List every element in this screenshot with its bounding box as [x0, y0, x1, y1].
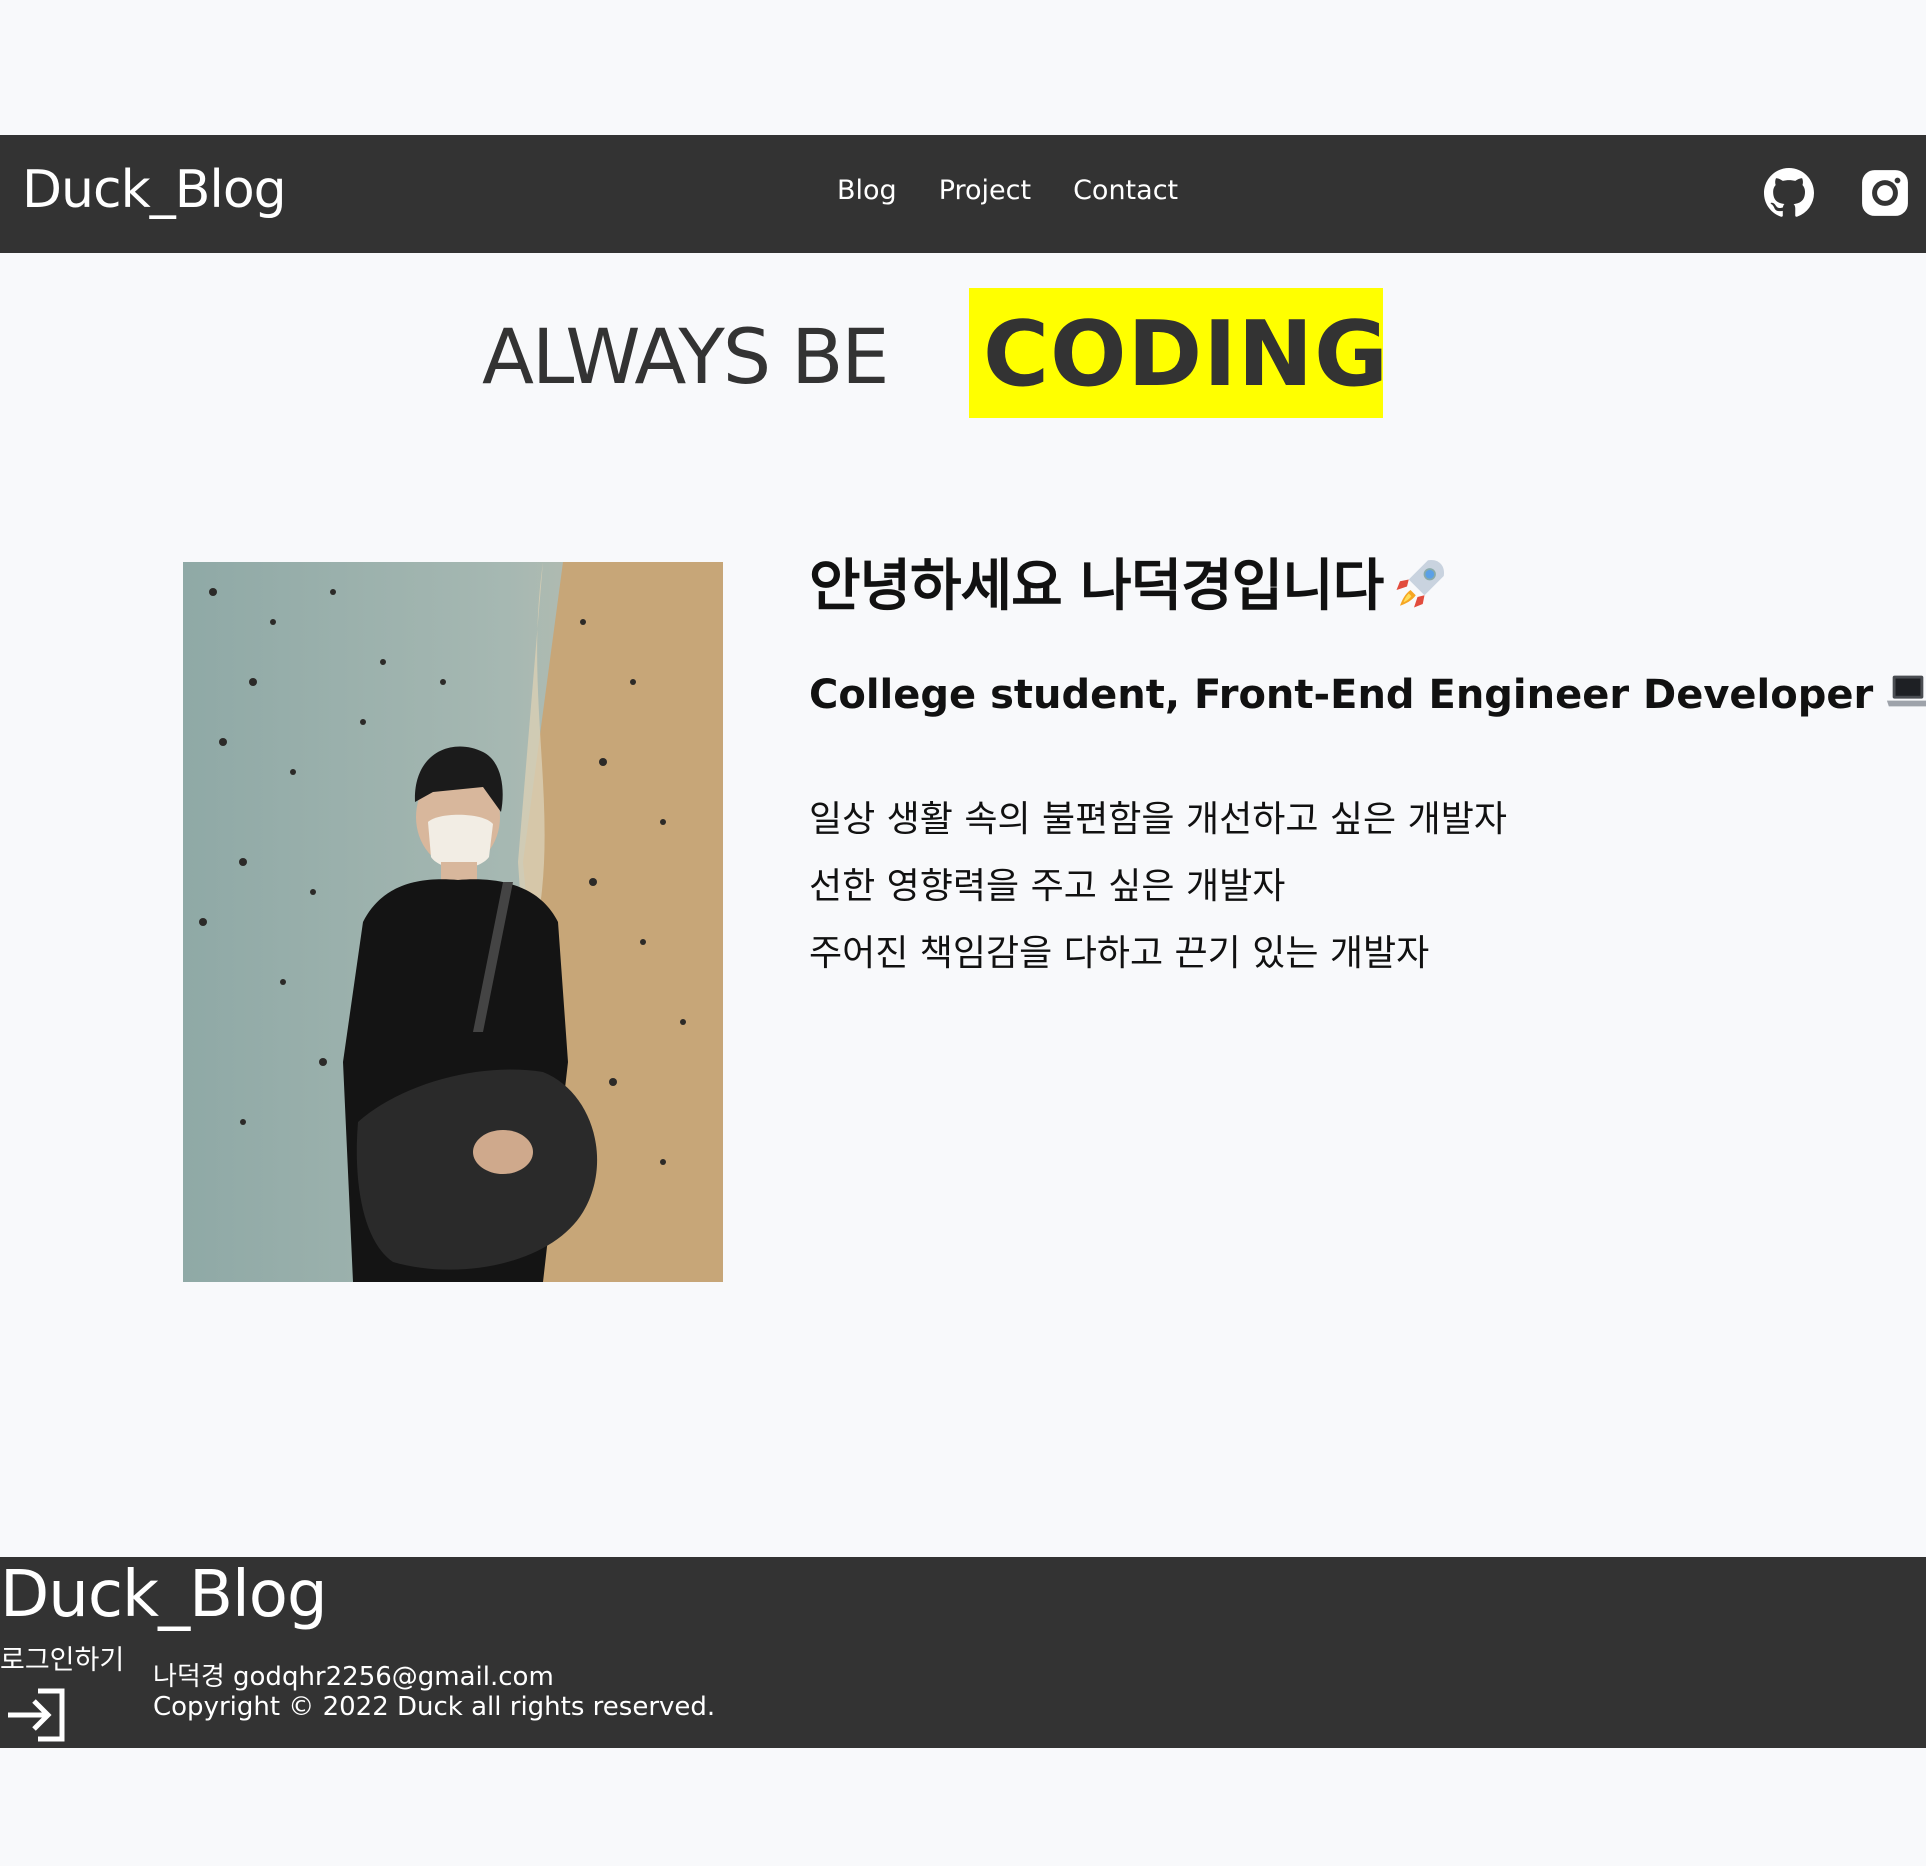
footer-copyright: Copyright © 2022 Duck all rights reserve… — [153, 1692, 716, 1722]
brand-logo-link[interactable]: Duck_Blog — [22, 159, 287, 221]
rocket-icon — [1396, 559, 1445, 608]
footer-brand: Duck_Blog — [0, 1558, 328, 1632]
nav-link-blog[interactable]: Blog — [837, 173, 897, 208]
login-link[interactable]: 로그인하기 — [0, 1645, 124, 1677]
laptop-icon — [1887, 675, 1926, 707]
nav-link-contact[interactable]: Contact — [1073, 173, 1178, 208]
description-line-3: 주어진 책임감을 다하고 끈기 있는 개발자 — [809, 933, 1430, 974]
footer-contact: 나덕경 godqhr2256@gmail.com — [153, 1662, 554, 1692]
hero-coding-highlight: CODING — [969, 288, 1388, 418]
hero-always-be-text: ALWAYS BE — [482, 312, 889, 401]
top-navbar: Duck_Blog Blog Project Contact — [0, 135, 1926, 253]
page: Duck_Blog Blog Project Contact ALWAYS BE… — [0, 0, 1926, 1866]
github-icon[interactable] — [1764, 168, 1814, 218]
subtitle-heading: College student, Front-End Engineer Deve… — [809, 668, 1926, 721]
login-icon[interactable] — [4, 1687, 68, 1743]
profile-photo — [183, 562, 723, 1282]
subtitle-text: College student, Front-End Engineer Deve… — [809, 672, 1874, 718]
description-line-2: 선한 영향력을 주고 싶은 개발자 — [809, 866, 1286, 907]
nav-link-project[interactable]: Project — [939, 173, 1031, 208]
footer: Duck_Blog 로그인하기 나덕경 godqhr2256@gmail.com… — [0, 1557, 1926, 1748]
instagram-icon[interactable] — [1860, 168, 1910, 218]
main-nav: Blog Project Contact — [837, 173, 1178, 208]
hero-coding-text: CODING — [983, 302, 1389, 407]
greeting-text: 안녕하세요 나덕경입니다 — [809, 554, 1384, 619]
greeting-heading: 안녕하세요 나덕경입니다 — [809, 552, 1449, 622]
description-line-1: 일상 생활 속의 불편함을 개선하고 싶은 개발자 — [809, 799, 1507, 840]
